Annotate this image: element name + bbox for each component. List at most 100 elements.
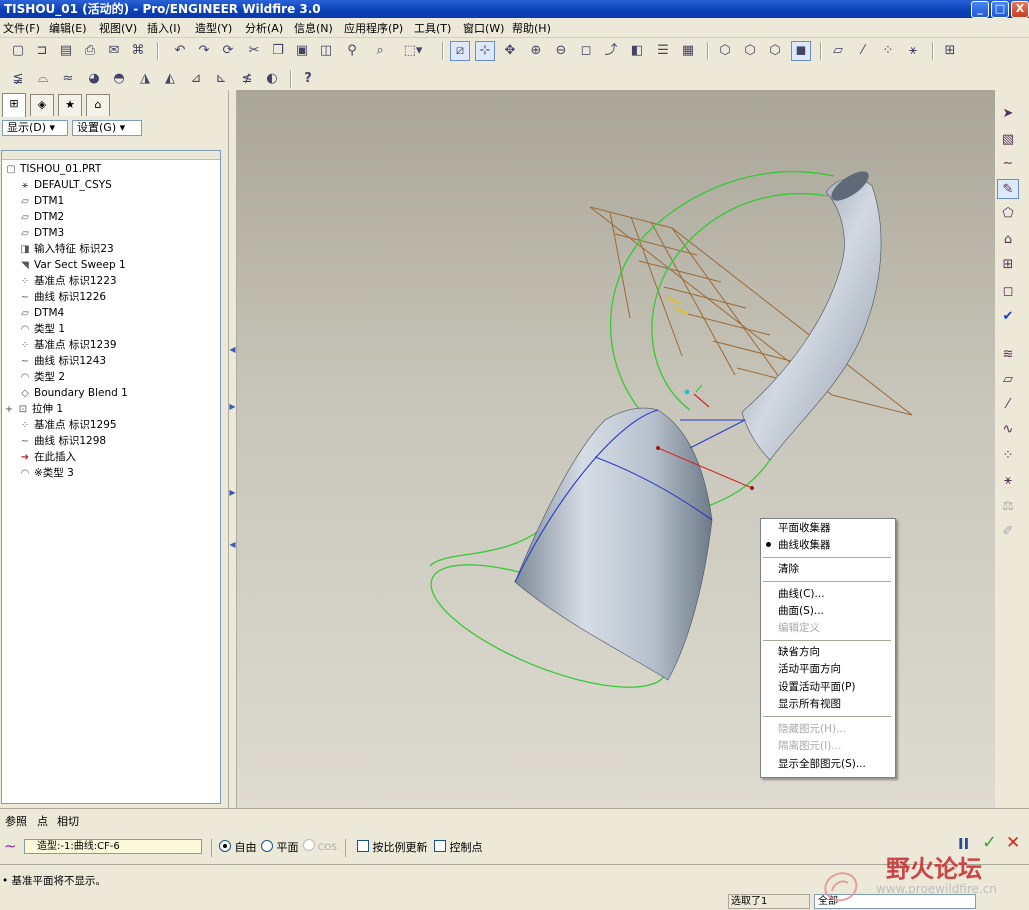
horn-surface[interactable] <box>741 178 882 461</box>
tab-references[interactable]: 参照 <box>5 813 27 829</box>
done-check-icon[interactable]: ✔ <box>997 307 1019 327</box>
regenerate-icon[interactable]: ⟳ <box>218 41 238 61</box>
menu-insert[interactable]: 插入(I) <box>147 20 181 36</box>
menu-applications[interactable]: 应用程序(P) <box>344 20 403 36</box>
datum-axis-icon[interactable]: ⁄ <box>997 395 1019 415</box>
set-active-plane-icon[interactable]: ▧ <box>997 130 1019 150</box>
cancel-button[interactable]: ✕ <box>1006 833 1020 853</box>
tree-item[interactable]: ⚹ DEFAULT_CSYS <box>18 177 112 193</box>
connections-tab[interactable]: ⌂ <box>86 94 110 116</box>
menu-item-show-all-views[interactable]: 显示所有视图 <box>778 697 841 711</box>
menu-file[interactable]: 文件(F) <box>3 20 40 36</box>
checkbox-control-points[interactable]: 控制点 <box>434 839 483 855</box>
find-icon[interactable]: ⌕ <box>370 41 390 61</box>
menu-analysis[interactable]: 分析(A) <box>245 20 283 36</box>
tree-item[interactable]: ∼ 曲线 标识1243 <box>18 353 106 369</box>
collapse-arrow-icon[interactable]: ◀ <box>229 540 236 549</box>
checkbox-proportional-update[interactable]: 按比例更新 <box>357 839 428 855</box>
maximize-button[interactable]: □ <box>991 1 1009 18</box>
menu-item-surfaces[interactable]: 曲面(S)... <box>778 604 824 618</box>
orient-mode-icon[interactable]: ✥ <box>500 41 520 61</box>
menu-info[interactable]: 信息(N) <box>294 20 333 36</box>
ok-button[interactable]: ✓ <box>982 832 997 853</box>
expand-toggle[interactable]: + <box>4 402 14 418</box>
tree-item[interactable]: ▢ TISHOU_01.PRT <box>4 161 101 177</box>
regen-manager-icon[interactable]: ⚲ <box>342 41 362 61</box>
tree-item[interactable]: ⁘ 基准点 标识1223 <box>18 273 117 289</box>
zoom-out-icon[interactable]: ⊖ <box>551 41 571 61</box>
context-help-icon[interactable]: ? <box>298 69 318 89</box>
tree-item[interactable]: ◥ Var Sect Sweep 1 <box>18 257 126 273</box>
save-icon[interactable]: ▤ <box>56 41 76 61</box>
radio-button[interactable] <box>261 840 273 852</box>
sketched-curve-icon[interactable]: ∿ <box>997 420 1019 440</box>
surface-icon[interactable]: ⬠ <box>997 204 1019 224</box>
dihedral-analysis-icon[interactable]: ⊾ <box>211 69 231 89</box>
refit-icon[interactable]: ◻ <box>576 41 596 61</box>
curvature-analysis-icon[interactable]: ≨ <box>8 69 28 89</box>
delete-analysis-icon[interactable]: ≰ <box>237 69 257 89</box>
selection-box-icon[interactable]: ⬚▾ <box>396 41 430 61</box>
menu-item-set-active-plane[interactable]: 设置活动平面(P) <box>778 680 856 694</box>
print-icon[interactable]: ⎙ <box>80 41 100 61</box>
curve-reference-field[interactable]: 造型:-1:曲线:CF-6 <box>24 839 202 854</box>
menu-item-curves[interactable]: 曲线(C)... <box>778 587 825 601</box>
tree-item[interactable]: ◠ ※类型 3 <box>18 465 74 481</box>
tree-item[interactable]: ➜ 在此插入 <box>18 449 76 465</box>
menu-window[interactable]: 窗口(W) <box>463 20 504 36</box>
tab-points[interactable]: 点 <box>37 813 48 829</box>
undo-icon[interactable]: ↶ <box>170 41 190 61</box>
csys-toggle-icon[interactable]: ⚹ <box>903 41 923 61</box>
no-hidden-icon[interactable]: ⬡ <box>765 41 785 61</box>
radio-button[interactable] <box>219 840 231 852</box>
saved-views-icon[interactable]: ◧ <box>627 41 647 61</box>
menu-help[interactable]: 帮助(H) <box>512 20 551 36</box>
close-button[interactable]: X <box>1011 1 1029 18</box>
cut-icon[interactable]: ✂ <box>244 41 264 61</box>
menu-view[interactable]: 视图(V) <box>99 20 137 36</box>
tree-item[interactable]: ◠ 类型 1 <box>18 321 65 337</box>
section-analysis-icon[interactable]: ⌓ <box>33 69 53 89</box>
panel-splitter[interactable]: ◀ ▶ ▶ ◀ <box>228 90 237 808</box>
menu-item-plane-collector[interactable]: 平面收集器 <box>778 521 831 535</box>
section-curvature-icon[interactable]: ◓ <box>109 69 129 89</box>
tab-tangency[interactable]: 相切 <box>57 813 79 829</box>
reorient-icon[interactable]: ⤴ <box>601 41 621 61</box>
wireframe-icon[interactable]: ⬡ <box>715 41 735 61</box>
tree-item[interactable]: ◨ 输入特征 标识23 <box>18 241 113 257</box>
datum-axes-toggle-icon[interactable]: ⁄ <box>853 41 873 61</box>
tree-item[interactable]: ∼ 曲线 标识1298 <box>18 433 106 449</box>
edit-surface-icon[interactable]: ◻ <box>997 282 1019 302</box>
gaussian-curvature-icon[interactable]: ◕ <box>84 69 104 89</box>
trim-surface-icon[interactable]: ⊞ <box>997 255 1019 275</box>
sketch-icon[interactable]: ⧄ <box>450 41 470 61</box>
menu-item-clear[interactable]: 清除 <box>778 562 799 576</box>
paste-special-icon[interactable]: ◫ <box>316 41 336 61</box>
create-curve-icon[interactable]: ∼ <box>997 154 1019 174</box>
send-mail-icon[interactable]: ✉ <box>104 41 124 61</box>
menu-tools[interactable]: 工具(T) <box>414 20 451 36</box>
copy-icon[interactable]: ❐ <box>268 41 288 61</box>
tree-item[interactable]: + ⊡ 拉伸 1 <box>4 401 63 417</box>
surface-connect-icon[interactable]: ⌂ <box>997 230 1019 250</box>
cone-surface[interactable] <box>514 407 713 681</box>
menu-item-show-all-entities[interactable]: 显示全部图元(S)... <box>778 757 866 771</box>
tree-item[interactable]: ⁘ 基准点 标识1239 <box>18 337 117 353</box>
layer-tree-tab[interactable]: ◈ <box>30 94 54 116</box>
datum-points-toggle-icon[interactable]: ⁘ <box>878 41 898 61</box>
tree-item[interactable]: ▱ DTM3 <box>18 225 64 241</box>
tree-item[interactable]: ∼ 曲线 标识1226 <box>18 289 106 305</box>
offset-analysis-icon[interactable]: ≈ <box>58 69 78 89</box>
expand-arrow-icon[interactable]: ▶ <box>229 402 236 411</box>
edit-curve-icon[interactable]: ✎ <box>997 179 1019 199</box>
menu-item-curve-collector[interactable]: 曲线收集器 <box>778 538 831 552</box>
checkbox[interactable] <box>357 840 369 852</box>
expand-arrow-icon[interactable]: ▶ <box>229 488 236 497</box>
minimize-button[interactable]: _ <box>971 1 989 18</box>
tree-item[interactable]: ▱ DTM4 <box>18 305 64 321</box>
tree-item[interactable]: ▱ DTM1 <box>18 193 64 209</box>
annotation-toggle-icon[interactable]: ⊞ <box>940 41 960 61</box>
collapse-arrow-icon[interactable]: ◀ <box>229 345 236 354</box>
menu-item-active-plane-orientation[interactable]: 活动平面方向 <box>778 662 841 676</box>
csys-icon[interactable]: ⚹ <box>997 471 1019 491</box>
